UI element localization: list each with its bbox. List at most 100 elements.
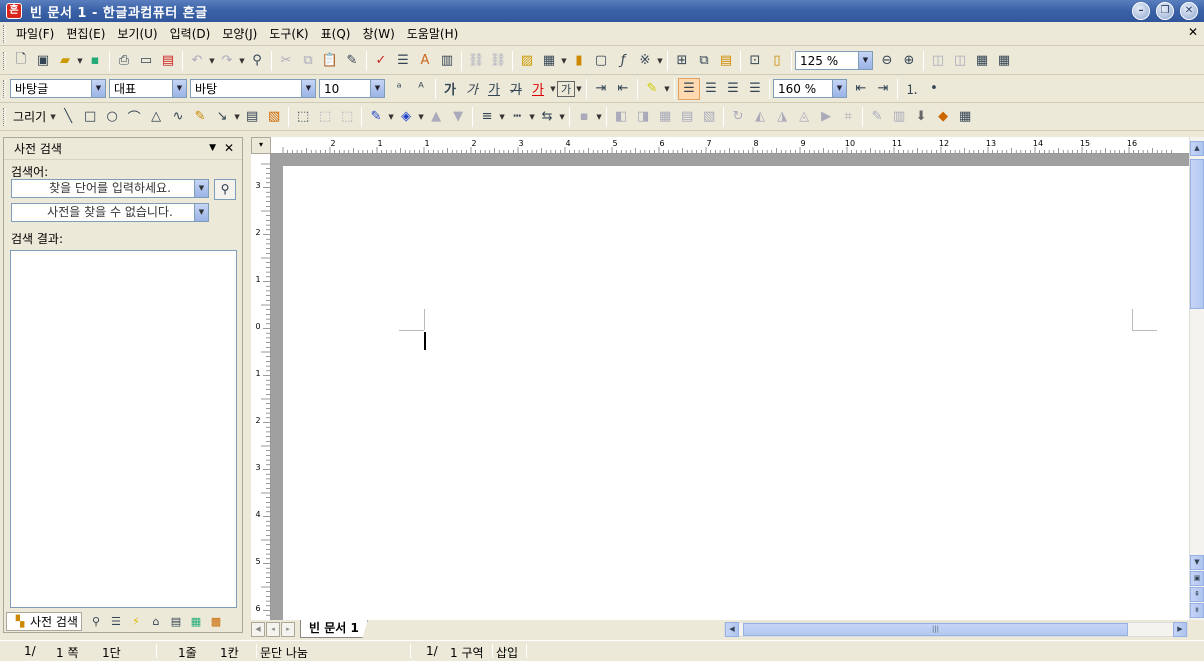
- zoom-select[interactable]: 125 % ▼: [795, 51, 873, 70]
- insert-formula-icon[interactable]: ƒ: [612, 50, 634, 72]
- menu-view[interactable]: 보기(U): [111, 24, 163, 44]
- book-icon[interactable]: ▯: [766, 50, 788, 72]
- line-style-icon[interactable]: ┅: [506, 106, 528, 128]
- char-border-button[interactable]: 가: [557, 80, 575, 97]
- chevron-down-icon[interactable]: ▼: [172, 80, 186, 97]
- restore-button[interactable]: ❐: [1156, 2, 1174, 20]
- object-props-icon[interactable]: ▥: [888, 106, 910, 128]
- connector-tool-icon[interactable]: ↘: [211, 106, 233, 128]
- grid-icon[interactable]: ▦: [954, 106, 976, 128]
- char-spacing-wide-icon[interactable]: ⇤: [612, 78, 634, 100]
- order-back-icon[interactable]: ◨: [632, 106, 654, 128]
- prev-page-icon[interactable]: ⇞: [1190, 587, 1204, 602]
- indent-increase-icon[interactable]: ⇥: [872, 78, 894, 100]
- menu-tools[interactable]: 도구(K): [263, 24, 314, 44]
- textbox-tool-icon[interactable]: ▤: [241, 106, 263, 128]
- tab-dictionary-search[interactable]: ▚ 사전 검색: [6, 611, 82, 631]
- chevron-down-icon[interactable]: ▼: [370, 80, 384, 97]
- decrease-size-icon[interactable]: ᵃ: [388, 78, 410, 100]
- menu-insert[interactable]: 입력(D): [164, 24, 217, 44]
- vertical-scroll-thumb[interactable]: [1190, 159, 1204, 309]
- highlight-icon[interactable]: ✎: [641, 78, 663, 100]
- rectangle-tool-icon[interactable]: □: [79, 106, 101, 128]
- numbered-list-icon[interactable]: ⒈: [901, 78, 923, 100]
- document-page[interactable]: [283, 166, 1189, 620]
- page-layout-icon[interactable]: ⊞: [671, 50, 693, 72]
- insert-picture-icon[interactable]: ▨: [516, 50, 538, 72]
- underline-button[interactable]: 가: [483, 78, 505, 100]
- align-right-icon[interactable]: ☰: [744, 78, 766, 100]
- char-spacing-narrow-icon[interactable]: ⇥: [590, 78, 612, 100]
- size-match-icon[interactable]: ▧: [698, 106, 720, 128]
- align-objects-icon[interactable]: ▦: [654, 106, 676, 128]
- draw-menu-label[interactable]: 그리기: [10, 108, 49, 125]
- indent-decrease-icon[interactable]: ⇤: [850, 78, 872, 100]
- order-front-icon[interactable]: ◧: [610, 106, 632, 128]
- insert-chart-icon[interactable]: ▮: [568, 50, 590, 72]
- view-mode-1-icon[interactable]: ▦: [971, 50, 993, 72]
- search-button[interactable]: ⚲: [214, 179, 236, 200]
- scroll-left-icon[interactable]: ◀: [725, 622, 739, 637]
- strikethrough-button[interactable]: 가: [505, 78, 527, 100]
- next-page-icon[interactable]: ⇟: [1190, 603, 1204, 618]
- redo-dropdown-icon[interactable]: ▼: [238, 57, 246, 65]
- chevron-down-icon[interactable]: ▼: [194, 204, 208, 221]
- next-tab-icon[interactable]: ▸: [281, 621, 295, 637]
- toolbar-grip[interactable]: [3, 79, 6, 98]
- outline-tab-icon[interactable]: ☰: [106, 615, 126, 628]
- insert-table-icon[interactable]: ▦: [538, 50, 560, 72]
- find-tab-icon[interactable]: ⚲: [86, 615, 106, 628]
- first-tab-icon[interactable]: ◀: [251, 621, 265, 637]
- zoom-in-icon[interactable]: ⊕: [898, 50, 920, 72]
- align-left-icon[interactable]: ☰: [700, 78, 722, 100]
- ungroup-icon[interactable]: ⬚: [336, 106, 358, 128]
- align-text-icon[interactable]: ☰: [392, 50, 414, 72]
- polygon-tool-icon[interactable]: △: [145, 106, 167, 128]
- shadow-dropdown-icon[interactable]: ▼: [595, 113, 603, 121]
- panel-menu-icon[interactable]: ▼: [209, 143, 216, 153]
- spellcheck-icon[interactable]: ✓: [370, 50, 392, 72]
- page-copy-icon[interactable]: ⧉: [693, 50, 715, 72]
- send-back-icon[interactable]: ▼: [447, 106, 469, 128]
- triangle-right-icon[interactable]: ▶: [815, 106, 837, 128]
- new-document-icon[interactable]: 🗋: [10, 50, 32, 72]
- distribute-icon[interactable]: ▤: [676, 106, 698, 128]
- paste-icon[interactable]: 📋: [319, 50, 341, 72]
- pdf-icon[interactable]: ▤: [157, 50, 179, 72]
- app-icon[interactable]: 흔: [6, 3, 22, 19]
- connector-dropdown-icon[interactable]: ▼: [233, 113, 241, 121]
- line-weight-dropdown-icon[interactable]: ▼: [498, 113, 506, 121]
- chevron-down-icon[interactable]: ▼: [194, 180, 208, 197]
- zoom-out-icon[interactable]: ⊖: [876, 50, 898, 72]
- increase-size-icon[interactable]: ᴬ: [410, 78, 432, 100]
- horizontal-scrollbar[interactable]: ◀ ||| ▶: [724, 622, 1188, 637]
- page-border-icon[interactable]: ▤: [715, 50, 737, 72]
- page-next-icon[interactable]: ◫: [949, 50, 971, 72]
- chevron-down-icon[interactable]: ▼: [832, 80, 846, 97]
- copy-icon[interactable]: ⧉: [297, 50, 319, 72]
- paint-bucket-icon[interactable]: ◆: [932, 106, 954, 128]
- document-tab[interactable]: 빈 문서 1: [300, 620, 368, 638]
- new-tab-icon[interactable]: ▣: [32, 50, 54, 72]
- font-select[interactable]: 바탕 ▼: [190, 79, 316, 98]
- prev-tab-icon[interactable]: ◂: [266, 621, 280, 637]
- scroll-right-icon[interactable]: ▶: [1173, 622, 1187, 637]
- bring-front-icon[interactable]: ▲: [425, 106, 447, 128]
- undo-icon[interactable]: ↶: [186, 50, 208, 72]
- view-mode-2-icon[interactable]: ▦: [993, 50, 1015, 72]
- ruler-corner-button[interactable]: ▾: [251, 137, 271, 154]
- print-preview-icon[interactable]: ▭: [135, 50, 157, 72]
- presentation-icon[interactable]: ⊡: [744, 50, 766, 72]
- flip-horizontal-icon[interactable]: ◭: [749, 106, 771, 128]
- picture-tool-icon[interactable]: ▧: [263, 106, 285, 128]
- align-center-icon[interactable]: ☰: [722, 78, 744, 100]
- panel-close-icon[interactable]: ✕: [224, 141, 234, 155]
- results-list[interactable]: [10, 250, 237, 608]
- edit-points-icon[interactable]: ✎: [866, 106, 888, 128]
- ellipse-tool-icon[interactable]: ○: [101, 106, 123, 128]
- symbols-icon[interactable]: ※: [634, 50, 656, 72]
- font-color-dropdown-icon[interactable]: ▼: [549, 85, 557, 93]
- insert-textbox-icon[interactable]: ▢: [590, 50, 612, 72]
- undo-dropdown-icon[interactable]: ▼: [208, 57, 216, 65]
- line-spacing-select[interactable]: 160 % ▼: [773, 79, 847, 98]
